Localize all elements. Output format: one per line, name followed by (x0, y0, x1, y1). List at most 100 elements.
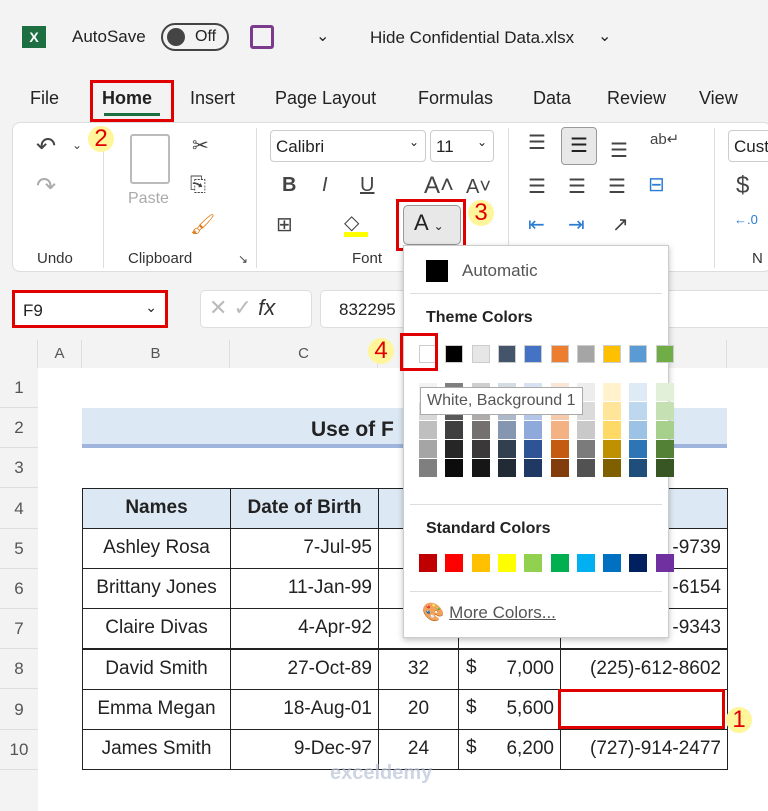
customize-toolbar-icon[interactable]: ⌄ (316, 26, 329, 46)
name-box[interactable]: F9 ⌄ (12, 290, 168, 328)
tab-page-layout[interactable]: Page Layout (275, 88, 376, 109)
tab-insert[interactable]: Insert (190, 88, 235, 109)
phone-cell[interactable]: (727)-914-2477 (560, 729, 728, 770)
tint-swatch[interactable] (655, 440, 674, 458)
dialog-launcher-icon[interactable]: ↘ (238, 252, 248, 266)
tint-swatch[interactable] (576, 459, 595, 477)
theme-swatch[interactable] (550, 345, 569, 363)
tint-swatch[interactable] (629, 421, 648, 439)
dob-cell[interactable]: 11-Jan-99 (230, 568, 379, 610)
column-header-B[interactable]: B (82, 340, 230, 368)
tab-file[interactable]: File (30, 88, 59, 109)
theme-swatch[interactable] (445, 345, 464, 363)
name-cell[interactable]: David Smith (82, 648, 231, 690)
theme-swatch[interactable] (629, 345, 648, 363)
tint-swatch[interactable] (497, 440, 516, 458)
theme-swatch[interactable] (524, 345, 543, 363)
automatic-color-option[interactable]: Automatic (404, 256, 668, 286)
align-center-icon[interactable]: ☰ (568, 174, 586, 199)
more-colors-option[interactable]: 🎨 More Colors... (422, 602, 556, 623)
font-size-select[interactable]: 11 ⌄ (430, 130, 494, 162)
tint-swatch[interactable] (419, 459, 437, 477)
selected-cell-f9[interactable] (558, 689, 725, 729)
align-middle-icon[interactable]: ☰ (561, 127, 597, 165)
tint-swatch[interactable] (471, 421, 490, 439)
tint-swatch[interactable] (629, 402, 648, 420)
row-header-7[interactable]: 7 (0, 609, 38, 650)
file-name[interactable]: Hide Confidential Data.xlsx (370, 28, 574, 48)
italic-icon[interactable]: I (322, 174, 328, 197)
tint-swatch[interactable] (550, 421, 569, 439)
tint-swatch[interactable] (576, 440, 595, 458)
standard-swatch[interactable] (419, 554, 437, 572)
font-name-select[interactable]: Calibri ⌄ (270, 130, 426, 162)
row-header-3[interactable]: 3 (0, 448, 38, 489)
bold-icon[interactable]: B (282, 174, 296, 197)
theme-swatch[interactable] (576, 345, 595, 363)
tint-swatch[interactable] (576, 421, 595, 439)
tab-view[interactable]: View (699, 88, 738, 109)
column-header-A[interactable]: A (38, 340, 82, 368)
align-left-icon[interactable]: ☰ (528, 174, 546, 199)
name-cell[interactable]: Ashley Rosa (82, 528, 231, 569)
paste-icon[interactable] (130, 134, 170, 184)
tint-swatch[interactable] (497, 459, 516, 477)
dob-cell[interactable]: 27-Oct-89 (230, 648, 379, 690)
theme-swatch[interactable] (655, 345, 674, 363)
row-header-5[interactable]: 5 (0, 529, 38, 569)
dob-cell[interactable]: 18-Aug-01 (230, 688, 379, 730)
chevron-down-icon[interactable]: ⌄ (72, 138, 82, 152)
dob-cell[interactable]: 7-Jul-95 (230, 528, 379, 569)
tint-swatch[interactable] (655, 459, 674, 477)
standard-swatch[interactable] (629, 554, 648, 572)
format-painter-icon[interactable]: 🖌 (190, 212, 215, 237)
name-cell[interactable]: Claire Divas (82, 608, 231, 650)
tint-swatch[interactable] (629, 459, 648, 477)
save-icon[interactable] (250, 25, 274, 49)
tint-swatch[interactable] (550, 440, 569, 458)
currency-icon[interactable]: $ (736, 172, 749, 200)
orientation-icon[interactable]: ↗ (612, 212, 629, 237)
fx-icon[interactable]: fx (258, 295, 275, 320)
tint-swatch[interactable] (655, 402, 674, 420)
wrap-text-icon[interactable]: ab↵ (650, 130, 679, 148)
tint-swatch[interactable] (471, 440, 490, 458)
tint-swatch[interactable] (524, 421, 543, 439)
standard-swatch[interactable] (471, 554, 490, 572)
theme-swatch[interactable] (497, 345, 516, 363)
align-top-icon[interactable]: ☰ (528, 130, 546, 155)
increase-font-icon[interactable]: A˄ (424, 172, 454, 200)
standard-swatch[interactable] (524, 554, 543, 572)
tint-swatch[interactable] (524, 440, 543, 458)
align-bottom-icon[interactable]: ☰ (610, 138, 628, 163)
chevron-down-icon[interactable]: ⌄ (598, 26, 611, 46)
row-header-10[interactable]: 10 (0, 730, 38, 770)
phone-cell[interactable]: (225)-612-8602 (560, 648, 728, 690)
tint-swatch[interactable] (603, 459, 622, 477)
column-header-C[interactable]: C (230, 340, 378, 368)
name-cell[interactable]: Brittany Jones (82, 568, 231, 610)
name-cell[interactable]: Emma Megan (82, 688, 231, 730)
tab-review[interactable]: Review (607, 88, 666, 109)
tint-swatch[interactable] (497, 421, 516, 439)
tint-swatch[interactable] (655, 421, 674, 439)
tint-swatch[interactable] (419, 421, 437, 439)
row-header-2[interactable]: 2 (0, 408, 38, 449)
underline-icon[interactable]: U (360, 174, 374, 197)
autosave-toggle[interactable]: Off (161, 23, 229, 51)
align-right-icon[interactable]: ☰ (608, 174, 626, 199)
tint-swatch[interactable] (445, 421, 464, 439)
increase-decimal-icon[interactable]: ←.0 (734, 212, 758, 227)
undo-icon[interactable]: ↶ (36, 132, 56, 161)
tint-swatch[interactable] (603, 421, 622, 439)
theme-swatch[interactable] (471, 345, 490, 363)
tab-data[interactable]: Data (533, 88, 571, 109)
tint-swatch[interactable] (419, 440, 437, 458)
paste-label[interactable]: Paste (128, 190, 169, 208)
increase-indent-icon[interactable]: ⇥ (568, 212, 585, 237)
decrease-indent-icon[interactable]: ⇤ (528, 212, 545, 237)
standard-swatch[interactable] (655, 554, 674, 572)
redo-icon[interactable]: ↷ (36, 172, 56, 201)
decrease-font-icon[interactable]: A˅ (466, 176, 491, 199)
tint-swatch[interactable] (550, 459, 569, 477)
